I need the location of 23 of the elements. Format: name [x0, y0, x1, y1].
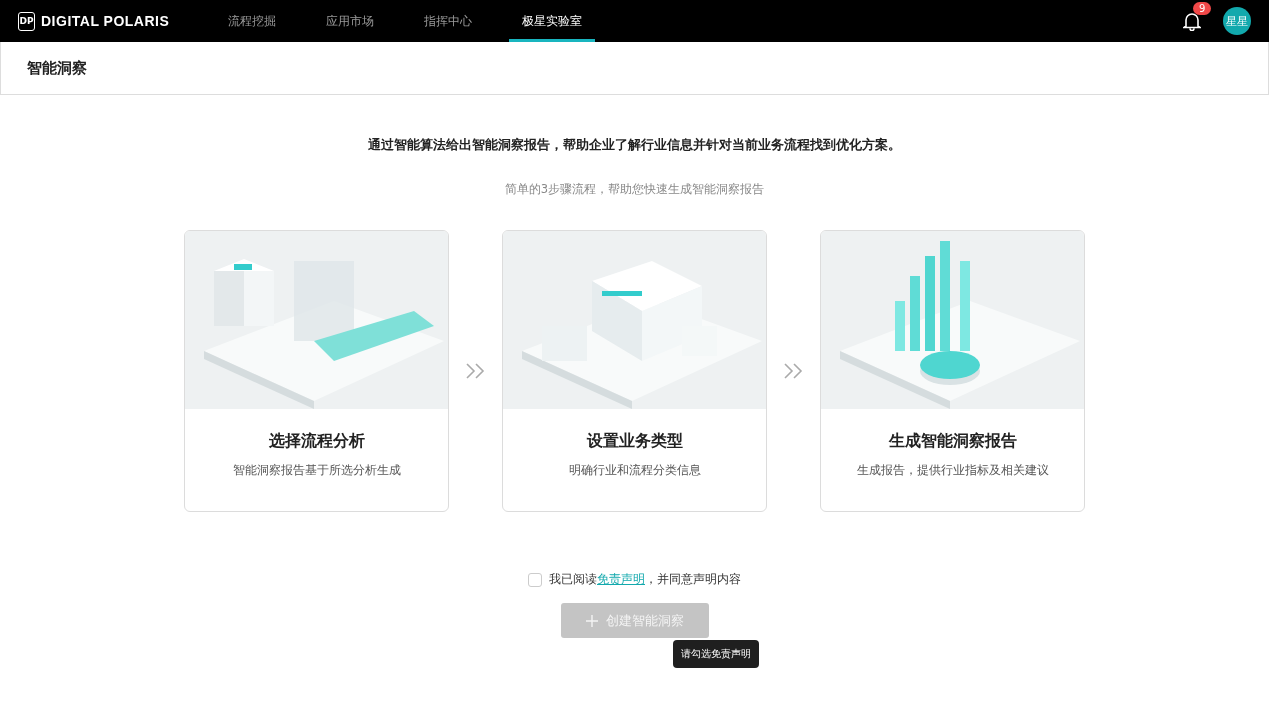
step-title: 设置业务类型 [586, 431, 683, 452]
nav-tab[interactable]: 极星实验室 [509, 0, 596, 42]
agreement-text: 我已阅读免责声明，并同意声明内容 [549, 571, 741, 588]
logo-text: DIGITAL POLARIS [41, 13, 170, 29]
agreement-checkbox[interactable] [528, 572, 542, 587]
logo-mark: DP [18, 11, 35, 31]
step-description: 智能洞察报告基于所选分析生成 [232, 462, 401, 479]
plus-icon [585, 614, 598, 627]
step-title: 生成智能洞察报告 [888, 431, 1017, 452]
tooltip: 请勾选免责声明 [672, 640, 759, 668]
nav-tab[interactable]: 流程挖掘 [215, 0, 290, 42]
nav-tab[interactable]: 指挥中心 [411, 0, 486, 42]
step-title: 选择流程分析 [268, 431, 365, 452]
headline: 通过智能算法给出智能洞察报告，帮助企业了解行业信息并针对当前业务流程找到优化方案。 [368, 136, 901, 154]
nav-tab[interactable]: 应用市场 [313, 0, 388, 42]
bell-icon[interactable] [1183, 11, 1201, 31]
notification-badge: 9 [1193, 2, 1212, 15]
double-chevron-icon [464, 362, 487, 380]
page-title: 智能洞察 [27, 58, 87, 78]
step-description: 生成报告，提供行业指标及相关建议 [856, 462, 1049, 479]
subtitle: 简单的3步骤流程，帮助您快速生成智能洞察报告 [504, 182, 765, 197]
double-chevron-icon [782, 362, 805, 380]
step-description: 明确行业和流程分类信息 [568, 462, 701, 479]
